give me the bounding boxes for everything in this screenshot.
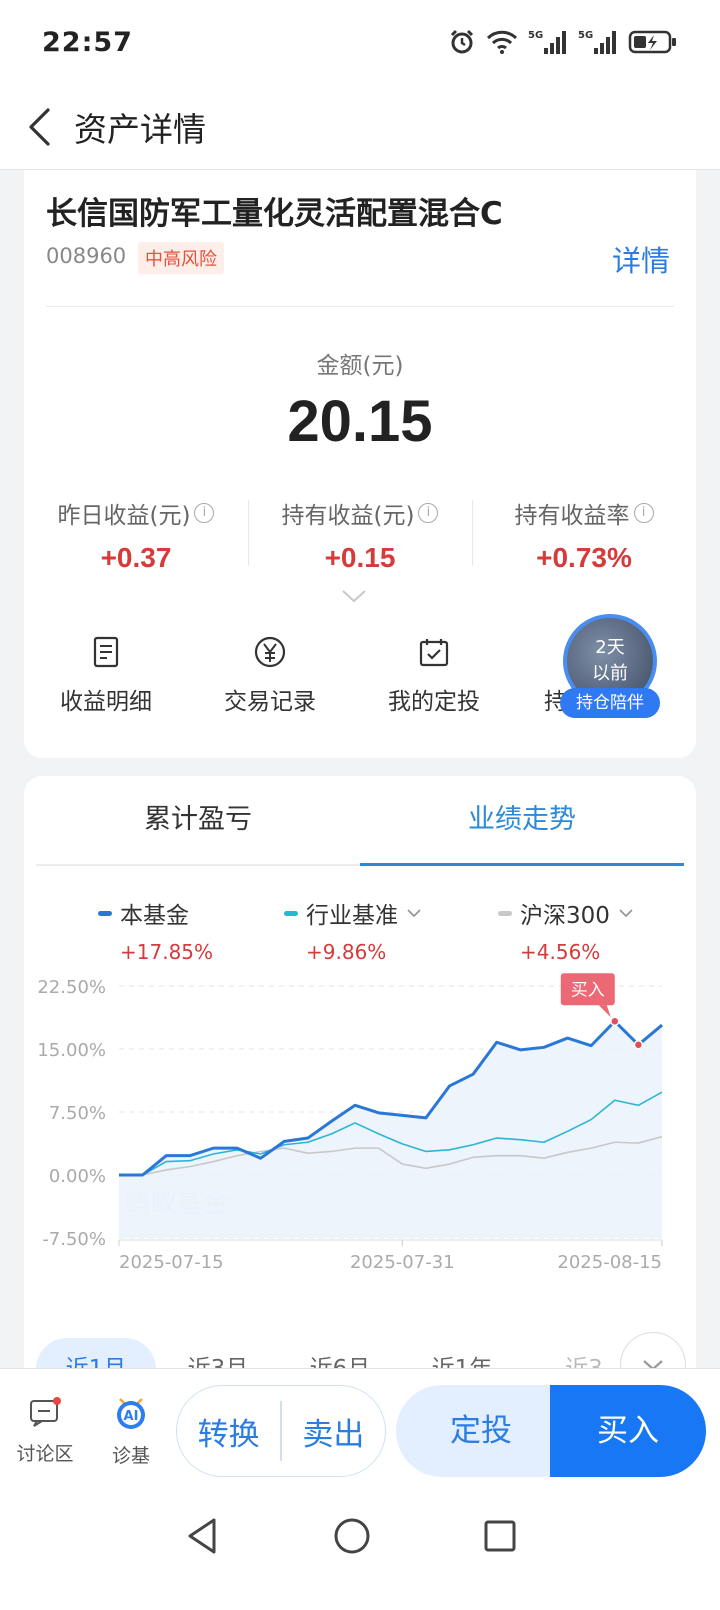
action-trade-records[interactable]: 交易记录	[188, 632, 352, 716]
metric-holding-rate: 持有收益率 i +0.73%	[472, 496, 696, 574]
convert-button[interactable]: 转换	[177, 1409, 280, 1454]
signal-icon-2: 5G	[578, 30, 616, 54]
action-label: 我的定投	[388, 689, 480, 715]
fund-name: 长信国防军工量化灵活配置混合C	[46, 196, 503, 232]
legend-name: 沪深300	[520, 903, 610, 929]
legend-item-csi300[interactable]: 沪深300 +4.56%	[498, 896, 634, 964]
y-tick-label: 15.00%	[37, 1040, 106, 1061]
discuss-button[interactable]: 讨论区	[10, 1395, 80, 1466]
document-icon	[93, 636, 119, 668]
convert-sell-group: 转换 卖出	[176, 1385, 386, 1477]
tab-performance-trend[interactable]: 业绩走势	[360, 776, 684, 866]
yuan-icon	[254, 636, 286, 668]
back-button[interactable]	[4, 84, 74, 170]
action-label: 收益明细	[60, 689, 152, 715]
chevron-down-icon	[407, 909, 421, 918]
system-nav-bar	[0, 1490, 720, 1610]
nav-back-icon[interactable]	[184, 1516, 220, 1556]
fund-summary-card: 长信国防军工量化灵活配置混合C 008960 中高风险 详情 金额(元) 20.…	[24, 170, 696, 758]
legend-swatch	[98, 910, 112, 916]
metric-value: +0.15	[324, 542, 396, 573]
calendar-check-icon	[419, 639, 449, 667]
metric-label: 持有收益(元)	[281, 503, 415, 529]
y-tick-label: 7.50%	[49, 1103, 106, 1124]
y-tick-label: -7.50%	[42, 1229, 106, 1250]
info-icon[interactable]: i	[418, 503, 439, 523]
action-income-detail[interactable]: 收益明细	[24, 632, 188, 716]
buy-marker	[610, 1016, 620, 1027]
page-title: 资产详情	[74, 109, 206, 149]
amount-label: 金额(元)	[316, 353, 404, 379]
performance-line-chart[interactable]: 22.50% 15.00% 7.50% 0.00% -7.50% 2025-07-15 20…	[24, 972, 696, 1292]
risk-badge: 中高风险	[138, 242, 224, 274]
legend-pct: +4.56%	[520, 940, 601, 964]
legend-name: 本基金	[120, 903, 189, 929]
fund-detail-link[interactable]: 详情	[612, 238, 670, 280]
y-tick-label: 0.00%	[49, 1166, 106, 1187]
ai-badge-icon: AI	[117, 1398, 145, 1429]
chat-icon	[30, 1397, 61, 1427]
chevron-down-icon[interactable]	[340, 588, 368, 604]
series-area-fill	[119, 1021, 662, 1238]
chevron-down-icon	[619, 909, 633, 918]
performance-tabs: 累计盈亏 业绩走势	[36, 776, 684, 866]
fund-code: 008960	[46, 244, 127, 268]
battery-icon	[628, 30, 676, 54]
auto-invest-button[interactable]: 定投	[396, 1385, 566, 1477]
companion-line2: 以前	[592, 663, 628, 684]
discuss-label: 讨论区	[16, 1443, 74, 1465]
metric-yesterday-profit: 昨日收益(元) i +0.37	[24, 496, 248, 574]
holding-companion-widget[interactable]: 2天以前 持仓陪伴	[560, 614, 660, 724]
metric-holding-profit: 持有收益(元) i +0.15	[248, 496, 472, 574]
metrics-row: 昨日收益(元) i +0.37 持有收益(元) i +0.15 持有收益率 i +0.…	[24, 496, 696, 574]
x-tick-label: 2025-07-31	[350, 1252, 455, 1273]
legend-swatch	[284, 910, 298, 916]
metric-label: 昨日收益(元)	[57, 503, 191, 529]
svg-text:AI: AI	[124, 1409, 139, 1424]
signal-icon-1: 5G	[528, 30, 566, 54]
svg-text:5G: 5G	[528, 30, 543, 41]
diagnose-button[interactable]: AI 诊基	[96, 1395, 166, 1468]
performance-card: 累计盈亏 业绩走势 本基金 +17.85% 行业基准 +9.86% 沪深300 …	[24, 776, 696, 1426]
info-icon[interactable]: i	[633, 503, 654, 523]
svg-text:5G: 5G	[578, 30, 593, 41]
metric-value: +0.73%	[536, 542, 632, 573]
diagnose-label: 诊基	[111, 1445, 150, 1467]
action-my-investment-plan[interactable]: 我的定投	[352, 632, 516, 716]
companion-line1: 2天	[595, 637, 625, 658]
sell-button[interactable]: 卖出	[282, 1409, 385, 1454]
nav-home-icon[interactable]	[332, 1516, 372, 1556]
tab-cumulative-profit[interactable]: 累计盈亏	[36, 776, 360, 864]
legend-swatch	[498, 910, 512, 916]
chevron-left-icon	[29, 107, 50, 146]
y-tick-label: 22.50%	[37, 977, 106, 998]
divider	[46, 306, 674, 307]
marker-point	[633, 1040, 644, 1050]
bottom-action-bar: 讨论区 AI 诊基 转换 卖出 定投 买入	[0, 1368, 720, 1490]
info-icon[interactable]: i	[194, 503, 215, 523]
metric-label: 持有收益率	[514, 503, 630, 529]
wifi-icon	[486, 30, 518, 54]
nav-recents-icon[interactable]	[482, 1516, 518, 1556]
buy-annotation-pointer	[598, 1005, 611, 1018]
status-time: 22:57	[42, 26, 133, 58]
legend-pct: +9.86%	[306, 940, 387, 964]
metric-value: +0.37	[100, 542, 172, 573]
alarm-icon	[450, 29, 474, 54]
buy-button[interactable]: 买入	[550, 1385, 706, 1477]
legend-item-fund: 本基金 +17.85%	[98, 896, 213, 964]
legend-pct: +17.85%	[120, 940, 214, 964]
action-label: 交易记录	[224, 689, 316, 715]
x-tick-label: 2025-07-15	[119, 1252, 224, 1273]
status-icons: 5G 5G	[448, 28, 678, 56]
legend-name: 行业基准	[306, 903, 398, 929]
nav-bar: 资产详情	[0, 84, 720, 170]
legend-item-benchmark[interactable]: 行业基准 +9.86%	[284, 896, 422, 964]
amount-value: 20.15	[287, 389, 433, 454]
companion-label: 持仓陪伴	[560, 688, 660, 718]
buy-annotation-label: 买入	[571, 980, 605, 1000]
x-tick-label: 2025-08-15	[557, 1252, 662, 1273]
status-bar: 22:57 5G 5G	[0, 0, 720, 84]
